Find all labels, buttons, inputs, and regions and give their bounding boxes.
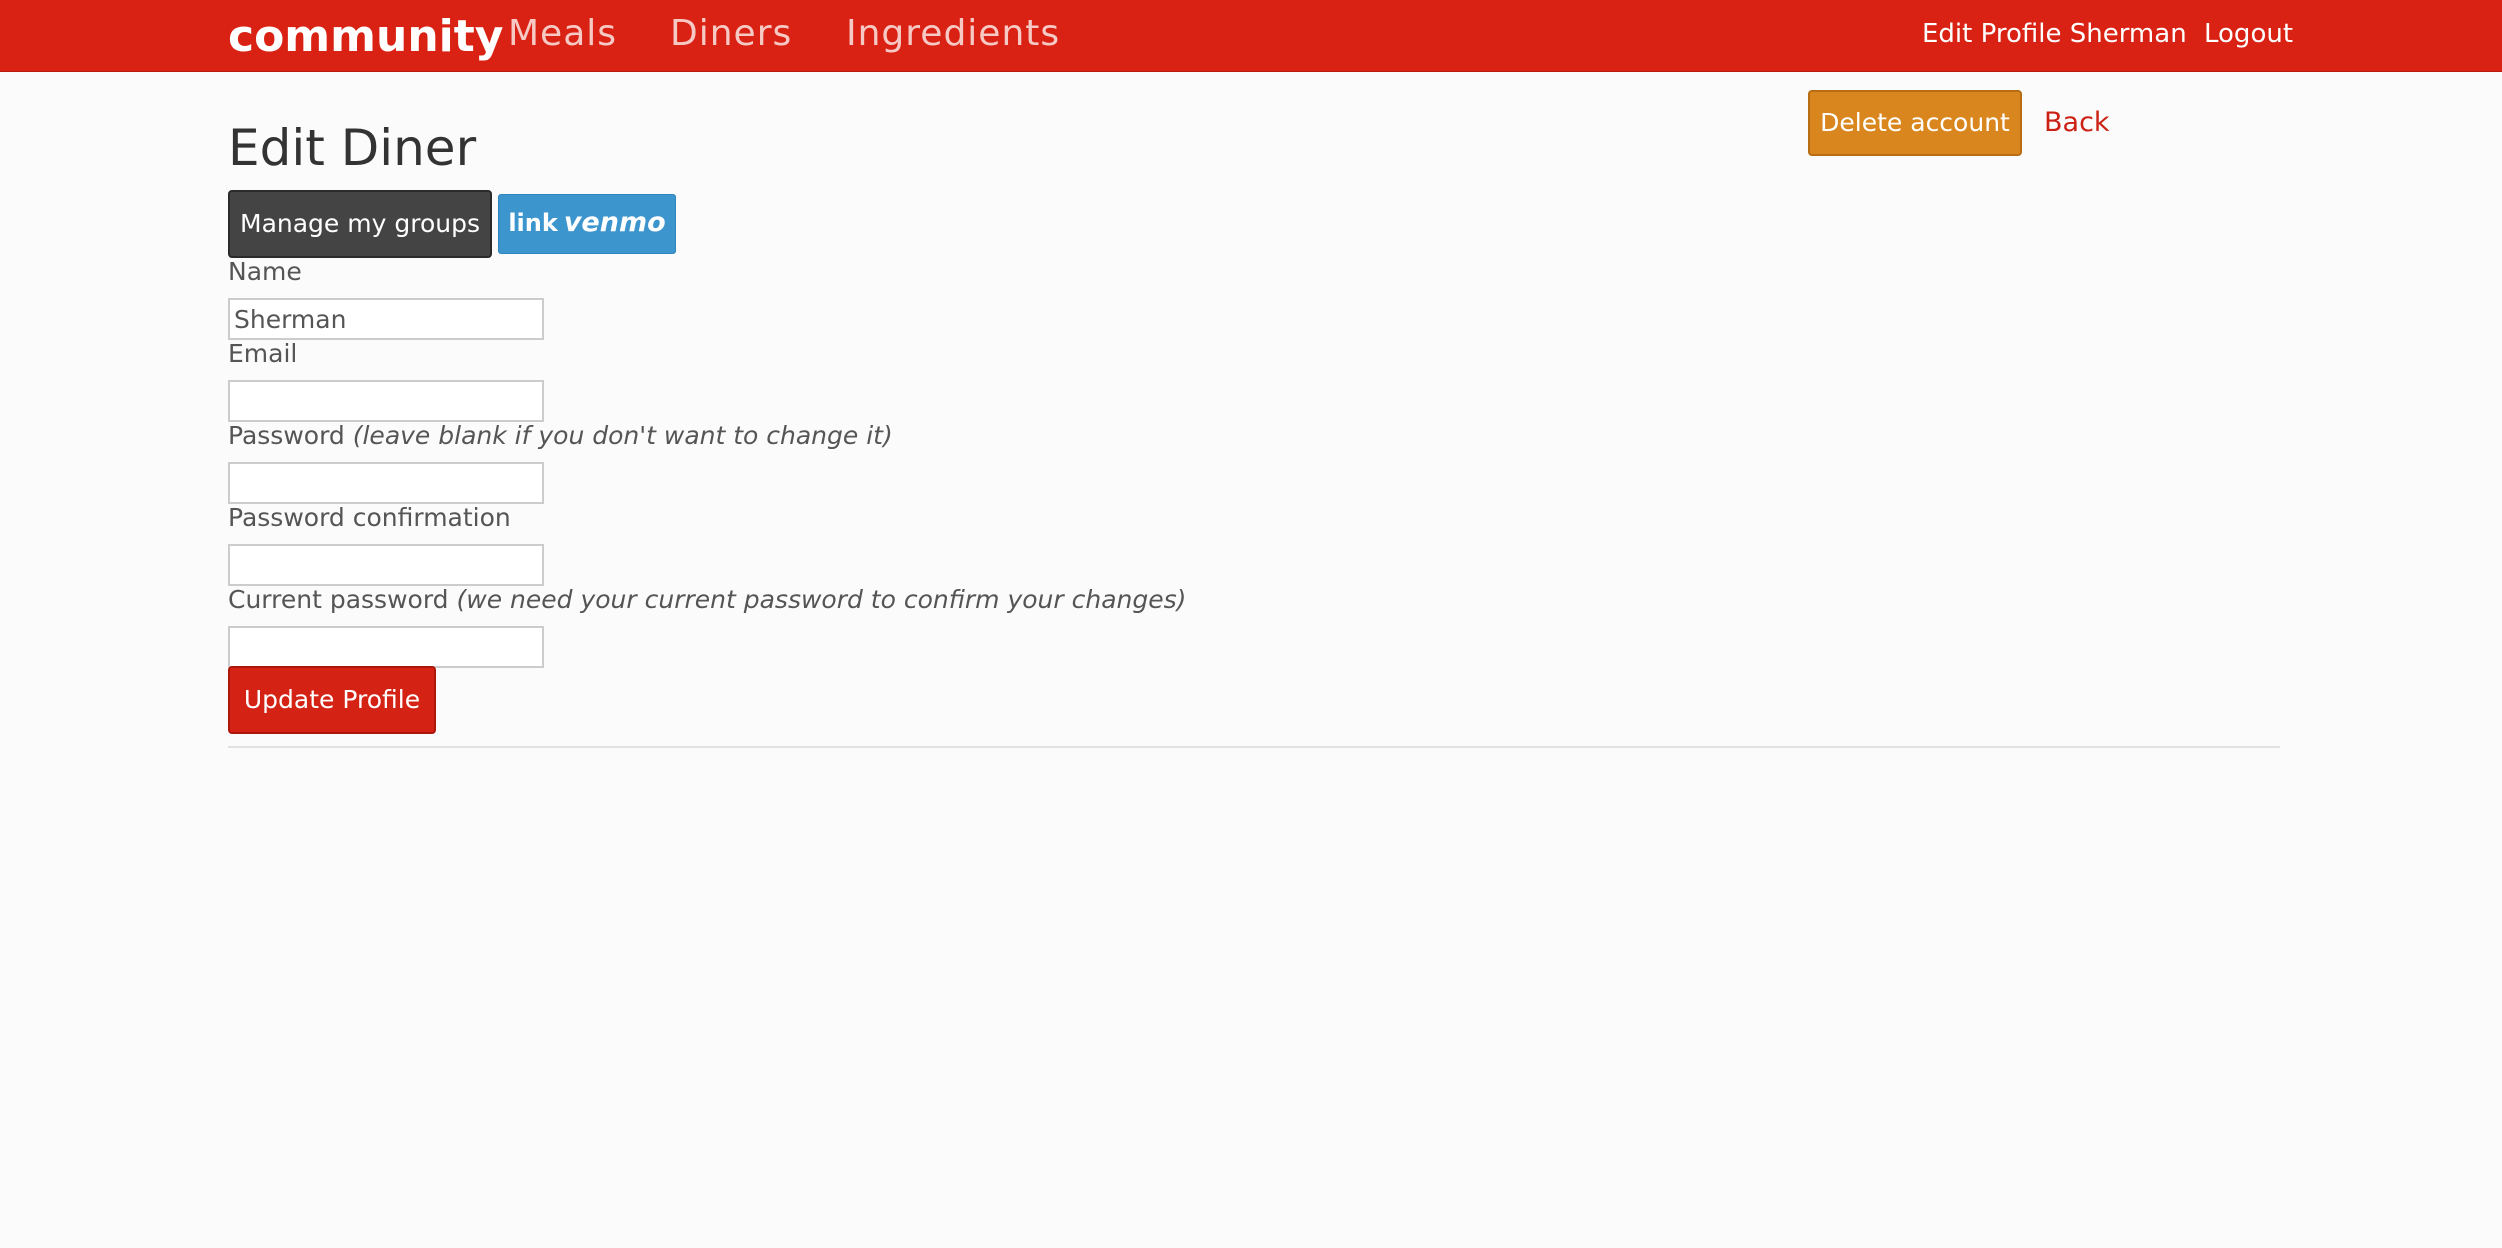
current-password-label: Current password (we need your current p… [228,584,1186,616]
password-label-text: Password [228,421,345,450]
venmo-logo-text: venmo [563,207,666,238]
email-field[interactable] [228,380,544,422]
delete-account-button[interactable]: Delete account [1808,90,2022,156]
current-password-field[interactable] [228,626,544,668]
password-label: Password (leave blank if you don't want … [228,420,893,452]
password-confirmation-field[interactable] [228,544,544,586]
nav-link-meals[interactable]: Meals [508,12,617,56]
password-hint: (leave blank if you don't want to change… [352,421,893,450]
link-venmo-button[interactable]: link venmo [498,194,676,254]
nav-link-ingredients[interactable]: Ingredients [846,12,1060,56]
nav-link-diners[interactable]: Diners [670,12,792,56]
top-navbar: community Meals Diners Ingredients Edit … [0,0,2502,72]
manage-groups-button[interactable]: Manage my groups [228,190,492,258]
brand-logo[interactable]: community [228,7,503,67]
nav-logout-link[interactable]: Logout [2204,17,2293,51]
update-profile-button[interactable]: Update Profile [228,666,436,734]
name-label: Name [228,257,302,286]
back-link[interactable]: Back [2044,106,2110,140]
venmo-link-label: link [508,209,558,237]
current-password-label-text: Current password [228,585,449,614]
password-confirmation-label: Password confirmation [228,503,511,532]
name-field[interactable] [228,298,544,340]
page-title: Edit Diner [228,119,477,177]
current-password-hint: (we need your current password to confir… [456,585,1187,614]
divider [228,746,2280,748]
password-field[interactable] [228,462,544,504]
nav-edit-profile-link[interactable]: Edit Profile Sherman [1922,17,2187,51]
email-label: Email [228,339,298,368]
